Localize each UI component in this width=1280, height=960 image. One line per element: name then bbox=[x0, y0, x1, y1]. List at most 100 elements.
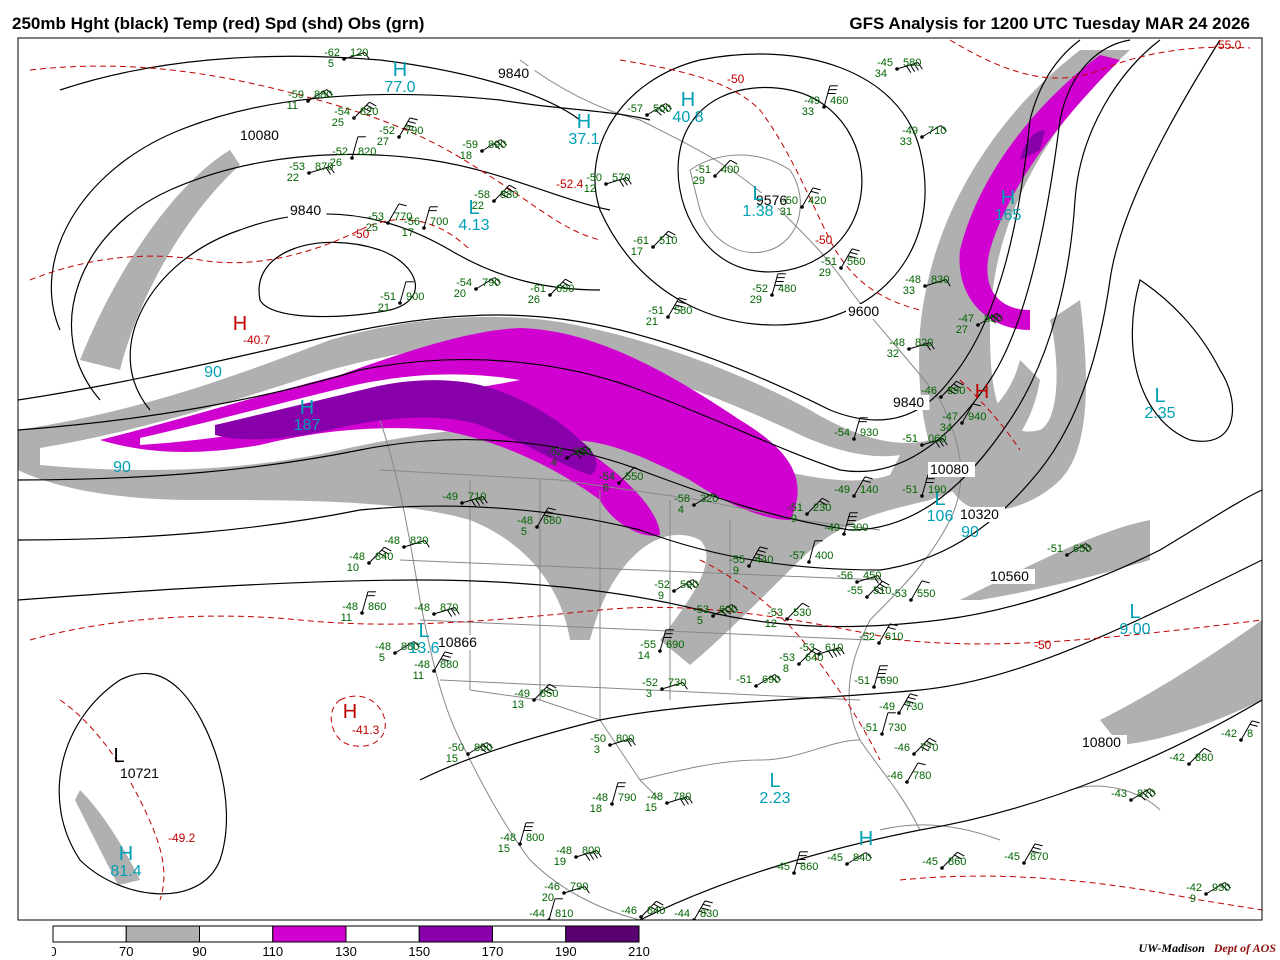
obs-dewpoint: 27 bbox=[377, 136, 389, 148]
height-label: 10560 bbox=[990, 568, 1029, 584]
center-letter: H bbox=[1001, 187, 1015, 209]
obs-dewpoint: 12 bbox=[765, 618, 777, 630]
obs-dewpoint: 9 bbox=[791, 513, 797, 525]
obs-temp: -46 bbox=[887, 770, 903, 782]
obs-temp: -45 bbox=[827, 852, 843, 864]
center-value: 77.0 bbox=[384, 79, 415, 96]
obs-height: 710 bbox=[928, 125, 946, 137]
height-label: 10080 bbox=[930, 461, 969, 477]
station-dot bbox=[658, 649, 662, 653]
obs-height: 860 bbox=[800, 861, 818, 873]
obs-temp: -46 bbox=[894, 742, 910, 754]
station-dot bbox=[398, 301, 402, 305]
station-dot bbox=[466, 752, 470, 756]
obs-temp: -42 bbox=[1169, 752, 1185, 764]
center-letter: L bbox=[113, 745, 124, 767]
center-letter: H bbox=[975, 381, 989, 403]
obs-height: 780 bbox=[673, 791, 691, 803]
obs-height: 510 bbox=[659, 235, 677, 247]
obs-height: 690 bbox=[556, 283, 574, 295]
height-label: 10080 bbox=[240, 127, 279, 143]
center-letter: L bbox=[769, 770, 780, 792]
obs-height: 870 bbox=[1137, 788, 1155, 800]
obs-dewpoint: 32 bbox=[887, 348, 899, 360]
colorbar-tick: 0 bbox=[52, 944, 57, 959]
temp-label: -50 bbox=[727, 72, 745, 86]
obs-height: 860 bbox=[368, 601, 386, 613]
obs-dewpoint: 4 bbox=[551, 457, 557, 469]
center-letter: L bbox=[1129, 601, 1140, 623]
center-letter: L bbox=[1154, 385, 1165, 407]
obs-height: 820 bbox=[410, 535, 428, 547]
station-dot bbox=[360, 611, 364, 615]
obs-height: 690 bbox=[762, 674, 780, 686]
station-dot bbox=[422, 226, 426, 230]
credit-dept: Dept of AOS bbox=[1213, 941, 1276, 955]
station-dot bbox=[672, 589, 676, 593]
station-dot bbox=[608, 743, 612, 747]
obs-dewpoint: 5 bbox=[328, 58, 334, 70]
temp-label: -41.3 bbox=[352, 723, 380, 737]
center-value: 187 bbox=[294, 417, 321, 434]
obs-temp: -45 bbox=[774, 861, 790, 873]
obs-dewpoint: 4 bbox=[678, 504, 684, 516]
obs-dewpoint: 17 bbox=[631, 246, 643, 258]
obs-height: 530 bbox=[793, 607, 811, 619]
obs-height: 460 bbox=[830, 95, 848, 107]
obs-dewpoint: 31 bbox=[780, 206, 792, 218]
station-dot bbox=[807, 560, 811, 564]
obs-height: 860 bbox=[948, 856, 966, 868]
obs-temp: -51 bbox=[736, 674, 752, 686]
station-dot bbox=[645, 113, 649, 117]
station-dot bbox=[839, 266, 843, 270]
obs-temp: -51 bbox=[1047, 543, 1063, 555]
colorbar-tick: 130 bbox=[335, 944, 357, 959]
obs-dewpoint: 19 bbox=[554, 856, 566, 868]
obs-height: 690 bbox=[880, 675, 898, 687]
station-dot bbox=[307, 171, 311, 175]
center-value: 4.13 bbox=[458, 217, 489, 234]
obs-dewpoint: 25 bbox=[366, 222, 378, 234]
obs-height: 570 bbox=[612, 172, 630, 184]
obs-height: 880 bbox=[500, 189, 518, 201]
weather-map: 9840100809840957696009840100801032010560… bbox=[17, 37, 1263, 921]
obs-temp: -49 bbox=[824, 522, 840, 534]
colorbar-tick: 210 bbox=[628, 944, 650, 959]
obs-height: 580 bbox=[674, 305, 692, 317]
obs-dewpoint: 22 bbox=[287, 172, 299, 184]
station-dot bbox=[805, 512, 809, 516]
center-letter: H bbox=[300, 397, 314, 419]
obs-height: 830 bbox=[700, 908, 718, 920]
obs-height: 500 bbox=[653, 103, 671, 115]
center-value: 106 bbox=[927, 508, 954, 525]
temp-label: -55.0 bbox=[1214, 38, 1242, 52]
colorbar-swatch bbox=[565, 925, 640, 943]
colorbar-swatch bbox=[52, 925, 127, 943]
obs-height: 800 bbox=[582, 845, 600, 857]
station-dot bbox=[666, 315, 670, 319]
obs-dewpoint: 21 bbox=[378, 302, 390, 314]
height-label: 10320 bbox=[960, 506, 999, 522]
colorbar-tick: 90 bbox=[192, 944, 206, 959]
obs-temp: -51 bbox=[902, 433, 918, 445]
obs-height: 820 bbox=[360, 106, 378, 118]
obs-height: 510 bbox=[873, 585, 891, 597]
obs-height: 820 bbox=[358, 146, 376, 158]
obs-height: 680 bbox=[543, 515, 561, 527]
colorbar-swatch bbox=[418, 925, 493, 943]
center-letter: H bbox=[577, 111, 591, 133]
obs-height: 770 bbox=[920, 742, 938, 754]
height-label: 10866 bbox=[438, 634, 477, 650]
center-value: 81.4 bbox=[110, 863, 141, 880]
station-dot bbox=[920, 443, 924, 447]
station-dot bbox=[306, 99, 310, 103]
station-dot bbox=[367, 561, 371, 565]
station-dot bbox=[770, 293, 774, 297]
obs-height: 730 bbox=[668, 677, 686, 689]
obs-dewpoint: 17 bbox=[402, 227, 414, 239]
obs-height: 320 bbox=[700, 493, 718, 505]
center-value: 2.35 bbox=[1144, 405, 1175, 422]
obs-temp: -46 bbox=[621, 905, 637, 917]
station-dot bbox=[852, 494, 856, 498]
station-dot bbox=[562, 891, 566, 895]
